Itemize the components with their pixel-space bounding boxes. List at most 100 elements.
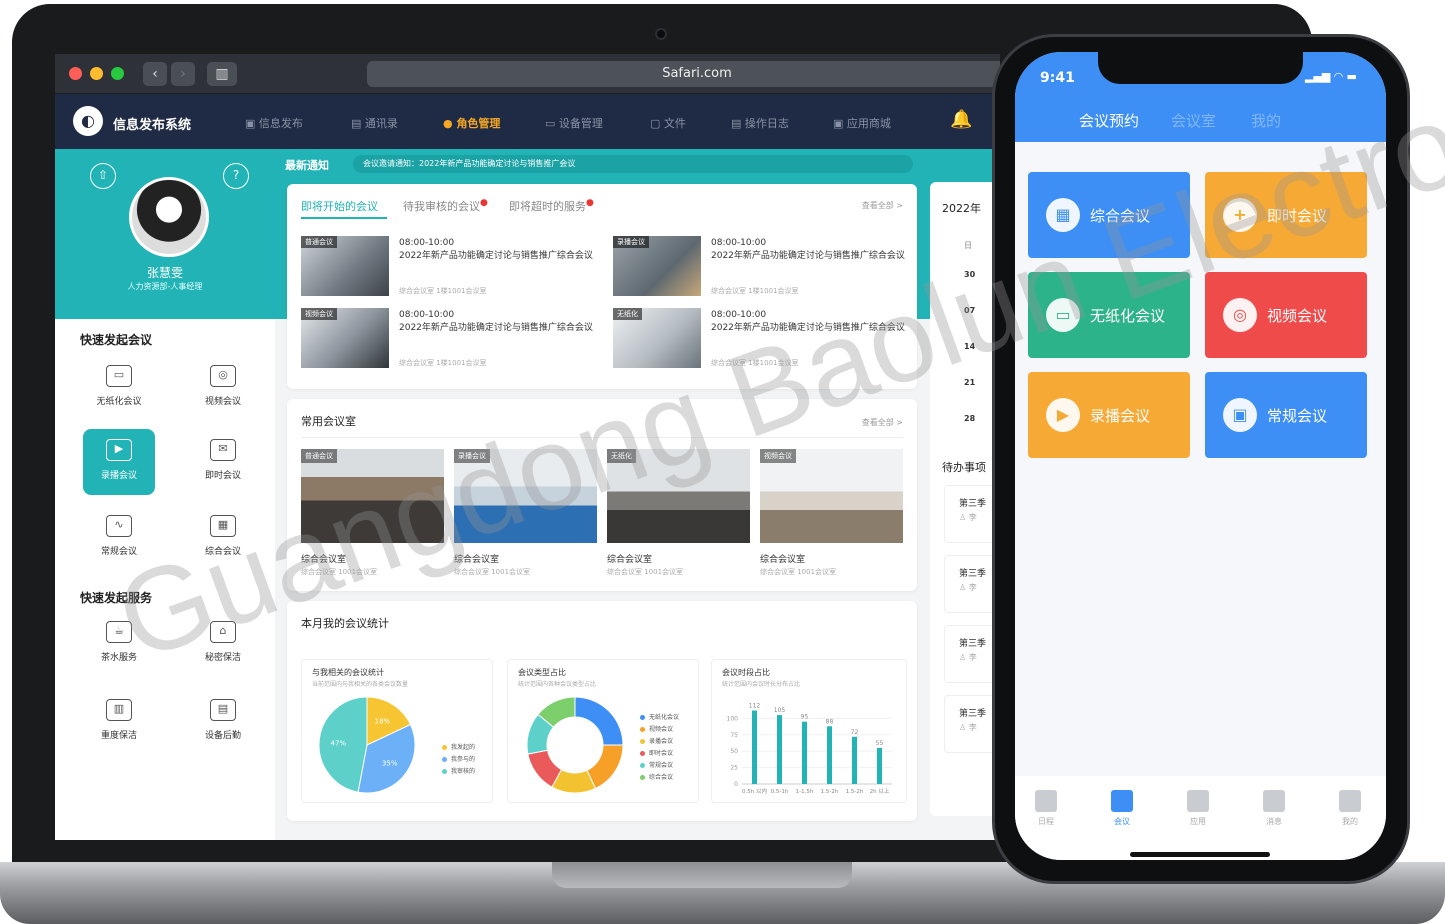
nav-item-store[interactable]: ▣ 应用商城 bbox=[833, 115, 891, 131]
minimize-window-button[interactable] bbox=[90, 67, 103, 80]
phone-tile-comprehensive[interactable]: ▦ 综合会议 bbox=[1028, 172, 1190, 258]
service-item-device[interactable]: ▤ 设备后勤 bbox=[187, 689, 259, 755]
legend-item: 综合会议 bbox=[640, 772, 679, 784]
view-all-rooms-link[interactable]: 查看全部 > bbox=[862, 417, 903, 428]
legend-label: 录播会议 bbox=[649, 738, 674, 745]
phone-tile-instant[interactable]: + 即时会议 bbox=[1205, 172, 1367, 258]
calendar-day[interactable]: 14 bbox=[964, 342, 975, 351]
legend-item: 即时会议 bbox=[640, 748, 679, 760]
nav-item-contacts[interactable]: ▤ 通讯录 bbox=[351, 115, 398, 131]
chart-legend: 无纸化会议 视频会议录播会议即时会议常规会议综合会议 bbox=[640, 712, 679, 784]
legend-swatch bbox=[640, 715, 645, 720]
meeting-item[interactable]: 视频会议 08:00-10:00 2022年新产品功能确定讨论与销售推广综合会议… bbox=[301, 308, 606, 370]
bar bbox=[777, 715, 782, 784]
chevron-right-icon[interactable]: › bbox=[171, 62, 195, 86]
meeting-location: 综合会议室 1楼1001会议室 bbox=[711, 359, 799, 367]
meetings-card: 即将开始的会议 待我审核的会议● 即将超时的服务● 查看全部 > 普通会议 08… bbox=[287, 184, 917, 389]
user-icon bbox=[1339, 790, 1361, 812]
tab-underline bbox=[301, 217, 387, 219]
calendar-day[interactable]: 28 bbox=[964, 414, 975, 423]
room-location: 综合会议室 1001会议室 bbox=[454, 568, 531, 576]
room-name: 综合会议室 bbox=[454, 555, 500, 565]
phone-tile-paperless[interactable]: ▭ 无纸化会议 bbox=[1028, 272, 1190, 358]
x-tick-label: 2h 以上 bbox=[870, 787, 890, 795]
notice-bar: 最新通知 会议邀请通知：2022年新产品功能确定讨论与销售推广会议 bbox=[285, 155, 915, 173]
webcam-icon: ◎ bbox=[210, 365, 236, 387]
meeting-item[interactable]: 普通会议 08:00-10:00 2022年新产品功能确定讨论与销售推广综合会议… bbox=[301, 236, 606, 298]
bar-value-label: 55 bbox=[876, 740, 884, 747]
notice-text[interactable]: 会议邀请通知：2022年新产品功能确定讨论与销售推广会议 bbox=[353, 155, 913, 173]
chevron-left-icon[interactable]: ‹ bbox=[143, 62, 167, 86]
meeting-time: 08:00-10:00 bbox=[399, 310, 455, 320]
view-all-meetings-link[interactable]: 查看全部 > bbox=[862, 200, 903, 211]
room-card[interactable]: 视频会议 综合会议室 综合会议室 1001会议室 bbox=[760, 449, 903, 589]
calendar-day[interactable]: 21 bbox=[964, 378, 975, 387]
legend-label: 常规会议 bbox=[649, 762, 674, 769]
meeting-item[interactable]: 录播会议 08:00-10:00 2022年新产品功能确定讨论与销售推广综合会议… bbox=[613, 236, 918, 298]
sidebar-icon[interactable]: ▥ bbox=[207, 62, 237, 86]
room-card[interactable]: 普通会议 综合会议室 综合会议室 1001会议室 bbox=[301, 449, 444, 589]
nav-item-files[interactable]: ▢ 文件 bbox=[650, 115, 686, 131]
phone-tile-record[interactable]: ▶ 录播会议 bbox=[1028, 372, 1190, 458]
quick-item-record[interactable]: ▶ 录播会议 bbox=[83, 429, 155, 495]
stats-card-types: 会议类型占比 统计范围内各种会议类型占比 无纸化会议 视频会议 录播会议 即时会议 常规… bbox=[507, 659, 699, 803]
meeting-thumbnail: 录播会议 bbox=[613, 236, 701, 296]
legend-item: 视频会议 bbox=[640, 724, 679, 736]
quick-item-paperless[interactable]: ▭ 无纸化会议 bbox=[83, 355, 155, 421]
calendar-day[interactable]: 07 bbox=[964, 306, 975, 315]
quick-item-instant[interactable]: ✉ 即时会议 bbox=[187, 429, 259, 495]
bar bbox=[877, 747, 882, 784]
help-icon[interactable]: ? bbox=[223, 163, 249, 189]
nav-item-info[interactable]: ▣ 信息发布 bbox=[245, 115, 303, 131]
bar-value-label: 72 bbox=[851, 729, 859, 736]
avatar[interactable] bbox=[129, 177, 209, 257]
service-item-cleaning[interactable]: ⌂ 秘密保洁 bbox=[187, 611, 259, 677]
phone-tab-booking[interactable]: 会议预约 bbox=[1079, 110, 1139, 131]
phone-nav-schedule[interactable]: 日程 bbox=[1021, 790, 1071, 827]
phone-nav-messages[interactable]: 消息 bbox=[1249, 790, 1299, 827]
phone-nav-meeting[interactable]: 会议 bbox=[1097, 790, 1147, 827]
room-card[interactable]: 无纸化 综合会议室 综合会议室 1001会议室 bbox=[607, 449, 750, 589]
phone-nav-mine[interactable]: 我的 bbox=[1325, 790, 1375, 827]
quick-item-comprehensive[interactable]: ▦ 综合会议 bbox=[187, 505, 259, 571]
meeting-item[interactable]: 无纸化 08:00-10:00 2022年新产品功能确定讨论与销售推广综合会议 … bbox=[613, 308, 918, 370]
phone-tile-video[interactable]: ◎ 视频会议 bbox=[1205, 272, 1367, 358]
bell-icon[interactable]: 🔔 bbox=[950, 109, 972, 130]
meeting-icon bbox=[1111, 790, 1133, 812]
nav-item-devices[interactable]: ▭ 设备管理 bbox=[545, 115, 603, 131]
quick-meetings-title: 快速发起会议 bbox=[80, 333, 153, 347]
message-icon bbox=[1263, 790, 1285, 812]
phone-tile-regular[interactable]: ▣ 常规会议 bbox=[1205, 372, 1367, 458]
chart-legend: 我发起的 我参与的 我审核的 bbox=[442, 742, 475, 778]
maximize-window-button[interactable] bbox=[111, 67, 124, 80]
calendar-year[interactable]: 2022年 bbox=[942, 200, 981, 216]
tab-upcoming[interactable]: 即将开始的会议 bbox=[301, 198, 378, 214]
quick-item-video[interactable]: ◎ 视频会议 bbox=[187, 355, 259, 421]
tab-timeout[interactable]: 即将超时的服务● bbox=[509, 198, 594, 214]
url-bar[interactable]: Safari.com bbox=[367, 61, 1000, 87]
rooms-card: 常用会议室 查看全部 > 普通会议 综合会议室 综合会议室 1001会议室 录播… bbox=[287, 399, 917, 591]
phone-tab-rooms[interactable]: 会议室 bbox=[1171, 110, 1216, 131]
close-window-button[interactable] bbox=[69, 67, 82, 80]
user-icon: ♙ 李 bbox=[959, 653, 977, 662]
service-item-deep-cleaning[interactable]: ▥ 重度保洁 bbox=[83, 689, 155, 755]
nav-item-roles[interactable]: ● 角色管理 bbox=[443, 115, 500, 131]
service-item-tea[interactable]: ☕ 茶水服务 bbox=[83, 611, 155, 677]
calendar-check-icon bbox=[1035, 790, 1057, 812]
upload-icon[interactable]: ⇧ bbox=[90, 163, 116, 189]
bar bbox=[752, 710, 757, 784]
nav-item-logs[interactable]: ▤ 操作日志 bbox=[731, 115, 789, 131]
meeting-title: 2022年新产品功能确定讨论与销售推广综合会议 bbox=[399, 251, 593, 261]
tab-review[interactable]: 待我审核的会议● bbox=[403, 198, 488, 214]
webcam-icon: ◎ bbox=[1223, 298, 1257, 332]
legend-item: 无纸化会议 bbox=[640, 712, 679, 724]
monitor-icon: ▭ bbox=[1046, 298, 1080, 332]
phone-tab-mine[interactable]: 我的 bbox=[1251, 110, 1281, 131]
cleaning-icon: ⌂ bbox=[210, 621, 236, 643]
phone-nav-apps[interactable]: 应用 bbox=[1173, 790, 1223, 827]
calendar-day[interactable]: 30 bbox=[964, 270, 975, 279]
user-icon: ♙ 李 bbox=[959, 723, 977, 732]
room-card[interactable]: 录播会议 综合会议室 综合会议室 1001会议室 bbox=[454, 449, 597, 589]
quick-item-regular[interactable]: ∿ 常规会议 bbox=[83, 505, 155, 571]
user-name: 张慧雯 bbox=[146, 266, 183, 280]
